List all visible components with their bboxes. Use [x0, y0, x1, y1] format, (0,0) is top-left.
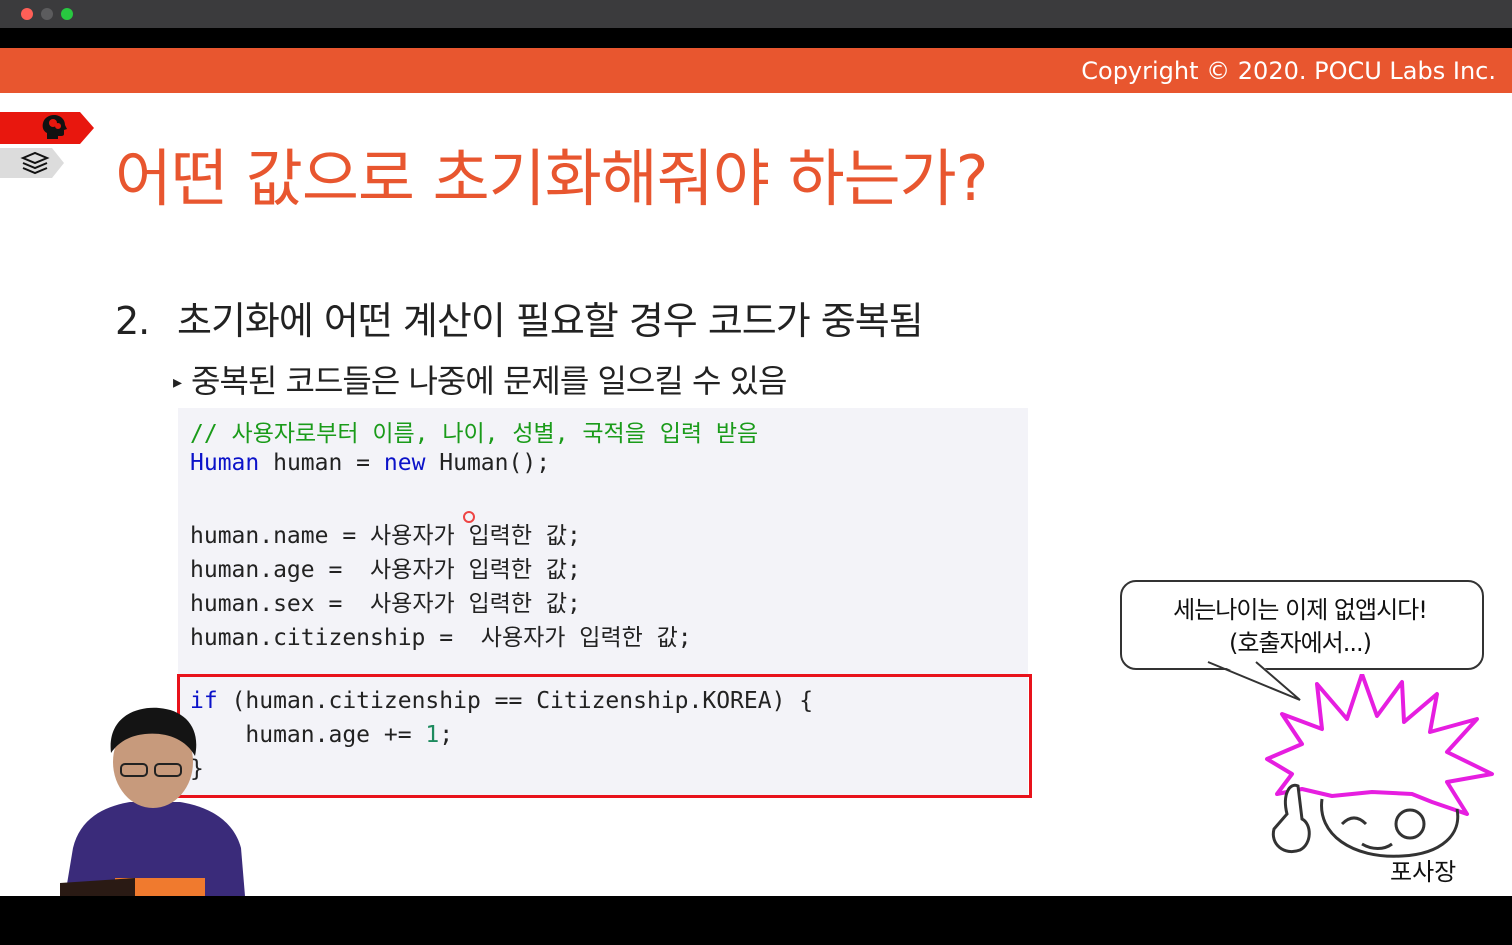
- brain-head-icon: [42, 115, 67, 139]
- pointer-indicator: [463, 511, 475, 523]
- slide-title: 어떤 값으로 초기화해줘야 하는가?: [115, 142, 989, 215]
- code-text: (human.citizenship == Citizenship.KOREA)…: [217, 688, 814, 714]
- code-new-keyword: new: [383, 450, 426, 476]
- top-banner: Copyright © 2020. POCU Labs Inc.: [0, 48, 1512, 93]
- code-line-if: if (human.citizenship == Citizenship.KOR…: [190, 688, 813, 714]
- main-point: 2. 초기화에 어떤 계산이 필요할 경우 코드가 중복됨: [115, 290, 924, 345]
- code-text: human =: [259, 450, 384, 476]
- code-text: ;: [439, 722, 454, 748]
- character-illustration: [1265, 674, 1494, 858]
- point-text: 초기화에 어떤 계산이 필요할 경우 코드가 중복됨: [177, 299, 924, 343]
- presentation-slide: Copyright © 2020. POCU Labs Inc. 어떤 값으로 …: [0, 48, 1512, 896]
- code-text: Human();: [425, 450, 551, 476]
- code-line-citizenship: human.citizenship = 사용자가 입력한 값;: [190, 625, 692, 651]
- presenter-video: [60, 707, 245, 896]
- code-line-sex: human.sex = 사용자가 입력한 값;: [190, 591, 581, 617]
- sub-point: ▸ 중복된 코드들은 나중에 문제를 일으킬 수 있음: [173, 356, 787, 402]
- minimize-window-button[interactable]: [41, 8, 53, 20]
- window-titlebar: [0, 0, 1512, 28]
- bullet-triangle-icon: ▸: [173, 372, 182, 393]
- close-window-button[interactable]: [21, 8, 33, 20]
- speech-bubble-line2: (호출자에서...): [1228, 629, 1372, 657]
- maximize-window-button[interactable]: [61, 8, 73, 20]
- code-number: 1: [425, 722, 440, 748]
- point-number: 2.: [115, 299, 150, 343]
- character-name: 포사장: [1390, 858, 1457, 886]
- code-comment: // 사용자로부터 이름, 나이, 성별, 국적을 입력 받음: [190, 421, 759, 447]
- book-stack-icon: [20, 151, 50, 175]
- code-line-name: human.name = 사용자가 입력한 값;: [190, 523, 581, 549]
- speech-bubble-line1: 세는나이는 이제 없앱시다!: [1173, 596, 1428, 624]
- code-line-age: human.age = 사용자가 입력한 값;: [190, 557, 581, 583]
- copyright-text: Copyright © 2020. POCU Labs Inc.: [1081, 57, 1496, 85]
- bottom-letterbox: [0, 896, 1512, 945]
- code-type-keyword: Human: [190, 450, 260, 476]
- code-line-declaration: Human human = new Human();: [190, 450, 550, 476]
- sub-point-text: 중복된 코드들은 나중에 문제를 일으킬 수 있음: [191, 362, 787, 400]
